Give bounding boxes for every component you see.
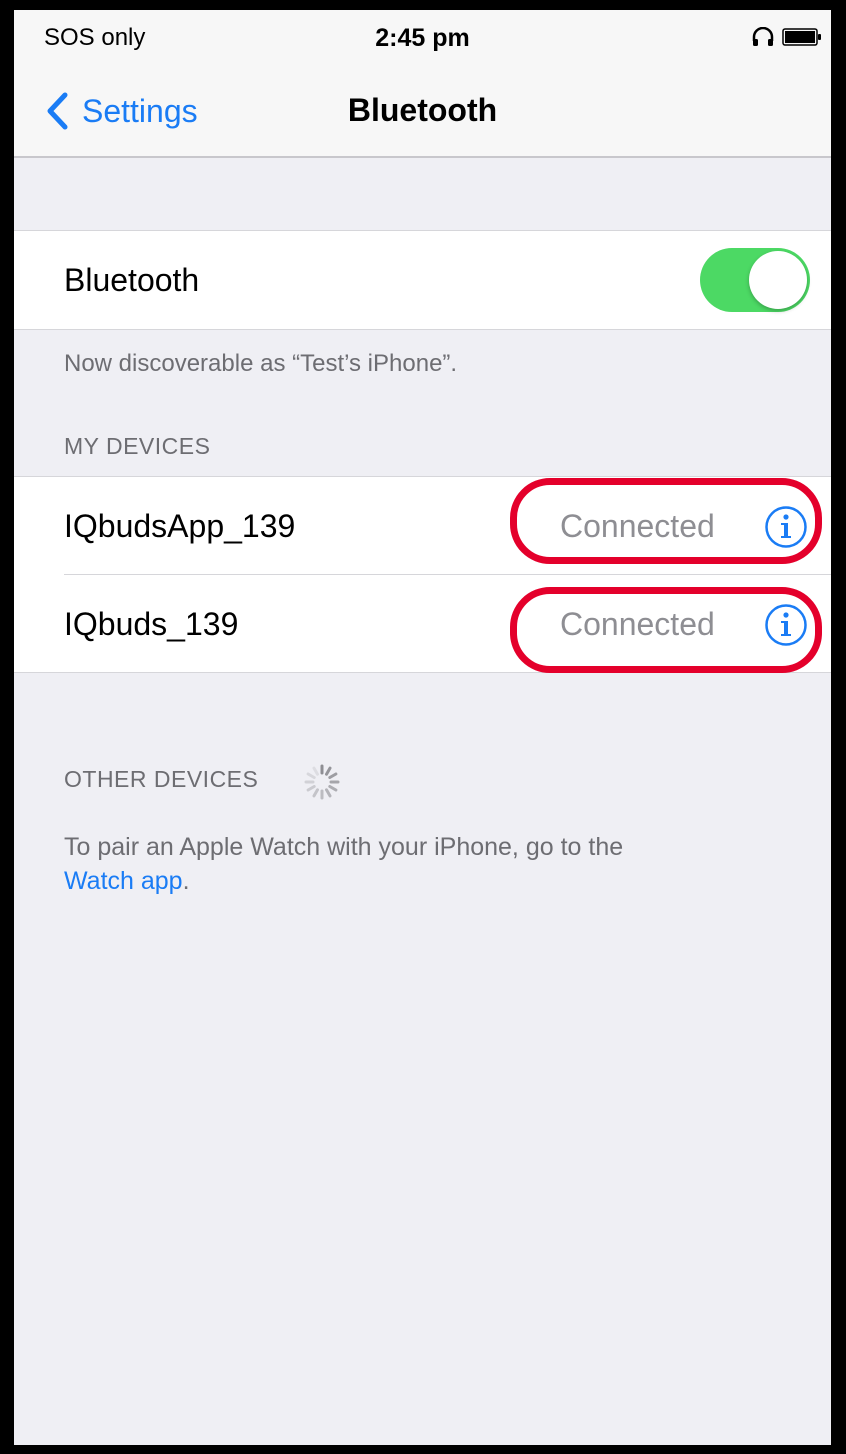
apple-watch-pair-note: To pair an Apple Watch with your iPhone,… <box>64 830 784 898</box>
other-devices-header: OTHER DEVICES <box>64 766 259 792</box>
watch-app-link[interactable]: Watch app <box>64 867 183 895</box>
info-icon[interactable] <box>764 603 808 647</box>
spinner-icon <box>304 764 340 800</box>
my-devices-list: IQbudsApp_139 Connected IQbuds_139 Conne… <box>14 476 831 673</box>
status-time: 2:45 pm <box>375 24 470 52</box>
page-title: Bluetooth <box>347 92 498 128</box>
device-name: IQbuds_139 <box>64 606 239 642</box>
pair-suffix: . <box>182 867 190 895</box>
status-bar: SOS only 2:45 pm <box>14 10 831 66</box>
switch-knob <box>749 251 807 309</box>
device-status: Connected <box>560 508 715 544</box>
bluetooth-label: Bluetooth <box>64 262 200 298</box>
navigation-bar: Settings Bluetooth <box>14 66 831 158</box>
headphone-icon <box>752 27 774 46</box>
device-status: Connected <box>560 606 715 642</box>
my-devices-header: MY DEVICES <box>64 433 211 459</box>
bluetooth-toggle-row: Bluetooth <box>14 230 831 330</box>
device-row-iqbudsapp[interactable]: IQbudsApp_139 Connected <box>14 477 831 575</box>
battery-icon <box>782 28 821 46</box>
device-name: IQbudsApp_139 <box>64 508 296 544</box>
bluetooth-switch[interactable] <box>700 248 810 312</box>
pair-text: To pair an Apple Watch with your iPhone,… <box>64 833 624 861</box>
discoverable-note: Now discoverable as “Test’s iPhone”. <box>64 350 458 377</box>
device-row-iqbuds[interactable]: IQbuds_139 Connected <box>14 575 831 672</box>
info-icon[interactable] <box>764 505 808 549</box>
screen: SOS only 2:45 pm Settings Bluetooth Blue… <box>14 10 831 1445</box>
